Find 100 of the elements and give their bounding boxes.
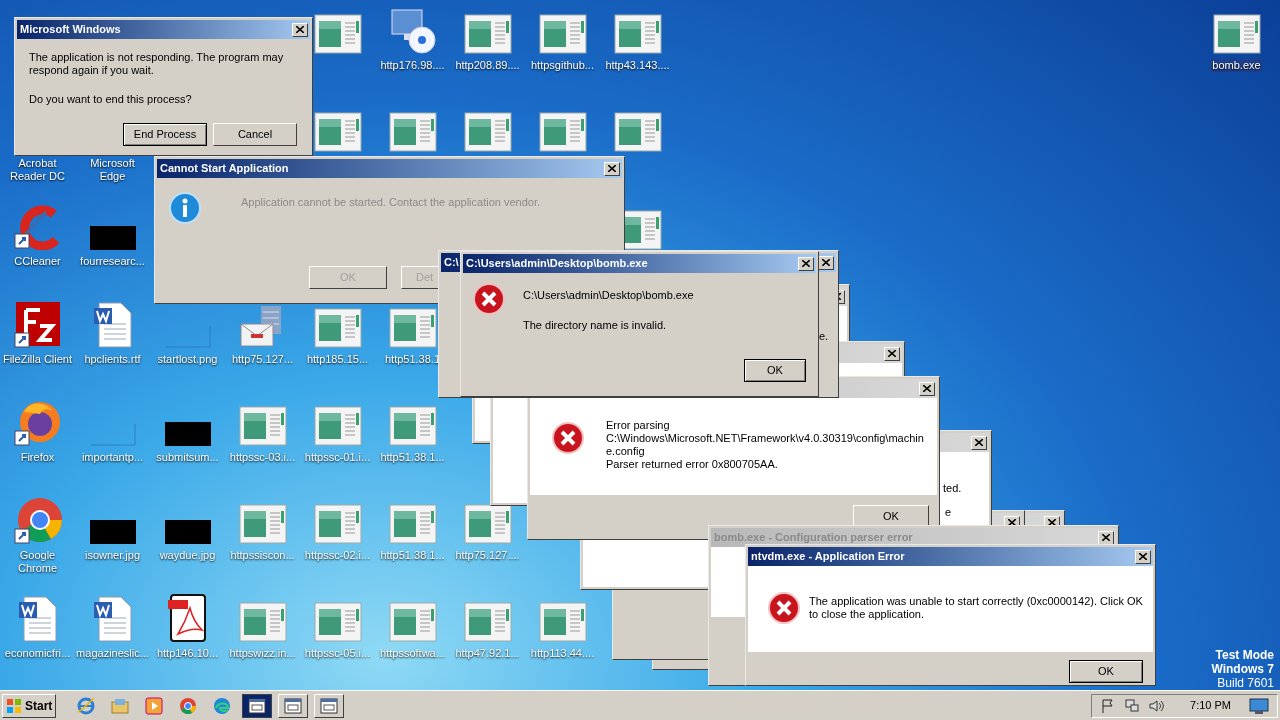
icon-label[interactable]: importantp... xyxy=(80,451,145,464)
file-icon xyxy=(313,308,362,348)
dialog-button[interactable]: OK xyxy=(1069,660,1143,683)
icon-label[interactable]: httpssc-05.i... xyxy=(303,647,372,660)
icon-label[interactable]: httpswizz.in... xyxy=(228,647,297,660)
close-icon xyxy=(1102,534,1110,541)
dialog-message: The application is not responding. The program may respond again if you wait. xyxy=(29,51,285,77)
file-icon xyxy=(388,602,437,642)
window-title: ntvdm.exe - Application Error xyxy=(751,549,905,565)
icon-label[interactable]: FileZilla Client xyxy=(1,353,74,366)
close-icon xyxy=(923,385,931,392)
edge-icon xyxy=(212,695,233,716)
file-icon xyxy=(538,112,587,152)
windows-logo-icon xyxy=(6,697,22,714)
icon-label[interactable]: Acrobat Reader DC xyxy=(0,157,75,183)
close-button[interactable] xyxy=(971,435,987,450)
icon-label[interactable]: http208.89.... xyxy=(454,59,521,72)
icon-label[interactable]: httpssc-01.i... xyxy=(303,451,372,464)
close-icon xyxy=(1008,519,1016,526)
file-icon xyxy=(613,112,662,152)
file-icon xyxy=(463,112,512,152)
window-icon xyxy=(283,695,304,716)
image-thumbnail-icon xyxy=(89,520,136,544)
os-notice: Windows 7 xyxy=(1211,662,1274,676)
file-icon xyxy=(613,14,662,54)
file-icon xyxy=(92,302,133,348)
icon-label[interactable]: fourresearc... xyxy=(79,255,146,268)
icon-label[interactable]: httpssc-02.i... xyxy=(303,549,372,562)
dialog-button[interactable]: End Process xyxy=(123,122,207,146)
file-icon xyxy=(13,300,62,348)
icon-label[interactable]: submitsum... xyxy=(155,451,220,464)
icon-label[interactable]: httpssc-03.i... xyxy=(228,451,297,464)
close-icon xyxy=(608,165,616,172)
icon-label[interactable]: http43.143.... xyxy=(604,59,671,72)
icon-label[interactable]: http113.44.... xyxy=(529,647,596,660)
dialog-question: Do you want to end this process? xyxy=(29,92,193,107)
file-icon xyxy=(17,596,58,642)
icon-label[interactable]: http51.38.1... xyxy=(379,549,446,562)
icon-label[interactable]: Firefox xyxy=(19,451,56,464)
close-icon xyxy=(888,350,896,357)
file-icon xyxy=(13,496,62,544)
image-thumbnail-icon xyxy=(164,520,211,544)
icon-label[interactable]: Google Chrome xyxy=(0,549,75,575)
file-icon xyxy=(538,14,587,54)
file-icon xyxy=(13,204,62,250)
icon-label[interactable]: http75.127.... xyxy=(454,549,521,562)
window-title: Microsoft Windows xyxy=(20,22,121,38)
start-button[interactable]: Start xyxy=(2,693,57,718)
file-path: C:\Users\admin\Desktop\bomb.exe xyxy=(523,288,694,303)
icon-label[interactable]: http75.127... xyxy=(230,353,295,366)
close-button[interactable] xyxy=(919,381,935,396)
dialog-button[interactable]: OK xyxy=(744,359,806,382)
file-icon xyxy=(1212,14,1261,54)
icon-label[interactable]: http146.10... xyxy=(155,647,220,660)
file-icon xyxy=(463,602,512,642)
close-icon xyxy=(822,259,830,266)
icon-label[interactable]: startlost.png xyxy=(156,353,219,366)
close-button[interactable] xyxy=(292,22,308,37)
chrome-icon xyxy=(178,695,199,716)
window-icon xyxy=(319,695,340,716)
icon-label[interactable]: http185.15... xyxy=(305,353,370,366)
file-icon xyxy=(388,504,437,544)
file-icon xyxy=(313,406,362,446)
icon-label[interactable]: economicfri... xyxy=(3,647,72,660)
icon-label[interactable]: Microsoft Edge xyxy=(75,157,150,183)
icon-label[interactable]: bomb.exe xyxy=(1211,59,1262,72)
error-icon xyxy=(552,422,584,454)
media-icon xyxy=(144,695,165,716)
icon-label[interactable]: http47.92.1... xyxy=(454,647,521,660)
message-fragment: ted. xyxy=(943,481,962,496)
close-button[interactable] xyxy=(604,161,620,176)
close-icon xyxy=(1139,553,1147,560)
icon-label[interactable]: hpclients.rtf xyxy=(83,353,142,366)
icon-label[interactable]: httpssiscon... xyxy=(229,549,296,562)
close-button[interactable] xyxy=(884,346,900,361)
icon-label[interactable]: waydue.jpg xyxy=(158,549,217,562)
close-button[interactable] xyxy=(798,256,814,271)
os-notice: Test Mode xyxy=(1215,648,1274,662)
dialog-button[interactable]: Cancel xyxy=(213,122,297,146)
speaker-icon xyxy=(1148,697,1165,714)
icon-label[interactable]: CCleaner xyxy=(13,255,62,268)
file-icon xyxy=(238,406,287,446)
dialog-message: Error parsing C:\Windows\Microsoft.NET\Framework\v4.0.30319\config\machin e.config Parser returned error 0x800705AA. xyxy=(606,419,924,472)
file-icon xyxy=(313,504,362,544)
dialog-message: The application was unable to start correctly (0xc0000142). Click OK to close the application. xyxy=(809,594,1144,622)
icon-label[interactable]: http51.38.1 xyxy=(383,353,442,366)
close-button[interactable] xyxy=(1135,549,1151,564)
taskbar-button[interactable] xyxy=(242,693,273,718)
icon-label[interactable]: http51.38.1... xyxy=(379,451,446,464)
icon-label[interactable]: magazineslic... xyxy=(75,647,150,660)
close-icon xyxy=(296,26,304,33)
icon-label[interactable]: isowner.jpg xyxy=(83,549,141,562)
file-icon xyxy=(463,14,512,54)
icon-label[interactable]: httpssoftwa... xyxy=(379,647,446,660)
os-notice: Build 7601 xyxy=(1217,676,1274,690)
message-fragment: e. xyxy=(819,329,829,344)
icon-label[interactable]: httpsgithub... xyxy=(530,59,595,72)
icon-label[interactable]: http176.98.... xyxy=(379,59,446,72)
image-thumbnail-icon xyxy=(89,422,136,446)
close-button[interactable] xyxy=(1098,530,1114,545)
